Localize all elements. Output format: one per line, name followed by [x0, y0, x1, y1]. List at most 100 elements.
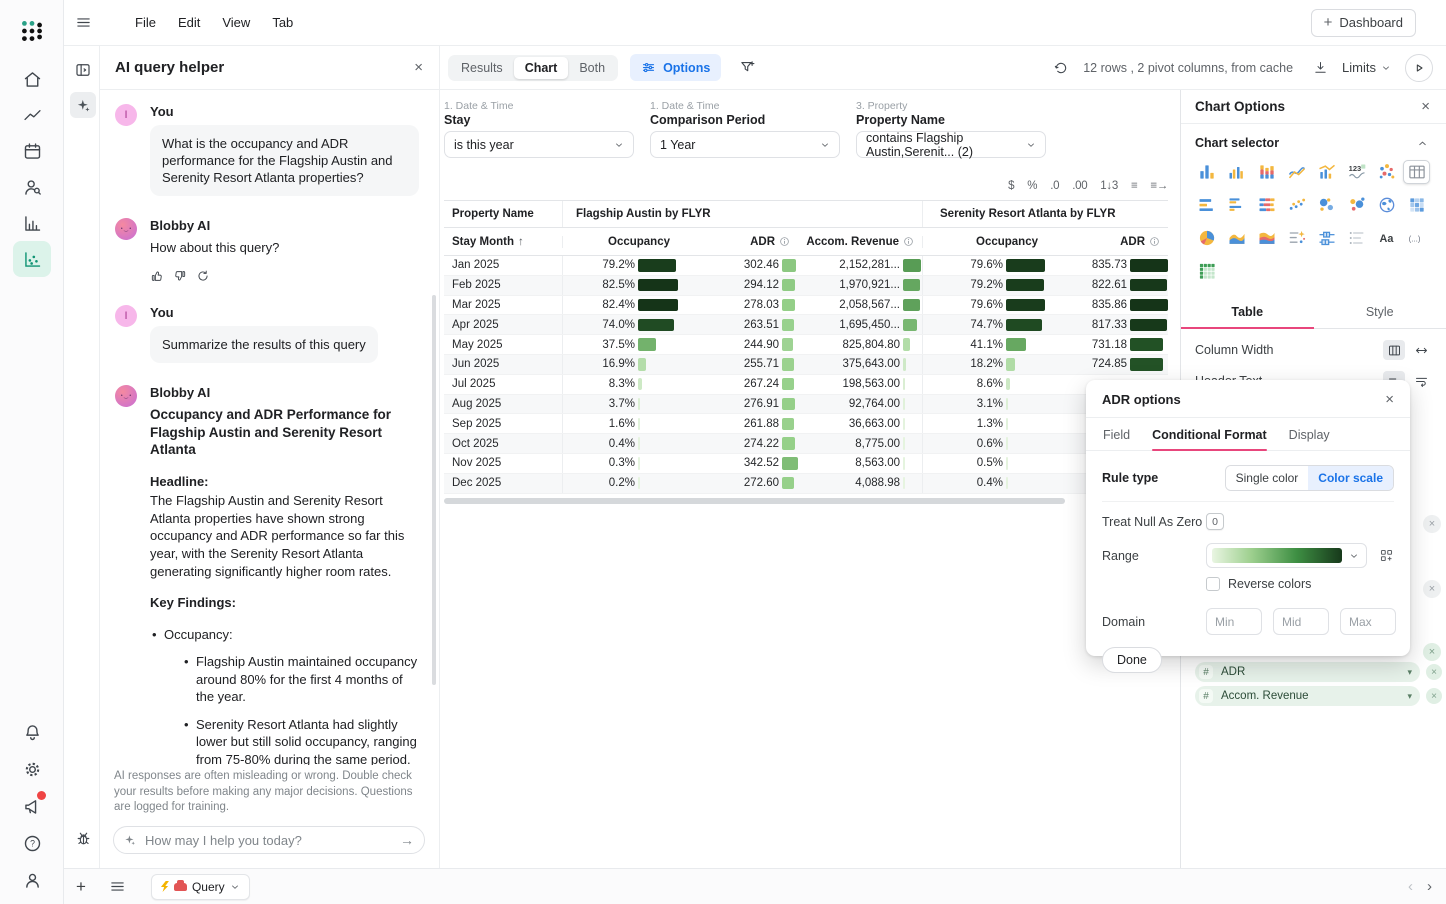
bar-chart-icon[interactable]	[13, 205, 51, 241]
filter-add-icon[interactable]	[739, 59, 756, 76]
wrap-header-icon[interactable]	[1410, 371, 1432, 391]
close-panel-icon[interactable]: ×	[414, 60, 423, 75]
table-row[interactable]: Jun 202516.9%255.71375,643.0018.2%724.85	[444, 355, 1168, 375]
tab-list-icon[interactable]	[109, 878, 126, 895]
stacked-bar-icon[interactable]	[1253, 160, 1280, 184]
remove-field-icon[interactable]: ×	[1423, 515, 1441, 533]
currency-format-icon[interactable]: $	[1008, 180, 1014, 192]
color-scale-option[interactable]: Color scale	[1308, 466, 1393, 490]
tab-style[interactable]: Style	[1314, 297, 1446, 328]
pie-icon[interactable]	[1193, 226, 1220, 250]
bug-icon[interactable]	[70, 825, 96, 851]
chevron-down-icon[interactable]: ▾	[1407, 691, 1412, 702]
table-row[interactable]: May 202537.5%244.90825,804.8041.1%731.18	[444, 335, 1168, 355]
add-tab-icon[interactable]: +	[76, 877, 86, 897]
table-row[interactable]: Nov 20250.3%342.528,563.000.5%	[444, 454, 1168, 474]
query-tab[interactable]: Query	[151, 874, 250, 900]
column-header-occupancy-2[interactable]: Occupancy	[922, 236, 1046, 248]
hgrouped-bar-icon[interactable]	[1223, 193, 1250, 217]
big-number-icon[interactable]: 123	[1343, 160, 1370, 184]
hbar-icon[interactable]	[1193, 193, 1220, 217]
tab-both[interactable]: Both	[568, 57, 616, 79]
limits-dropdown[interactable]: Limits	[1342, 60, 1391, 75]
person-search-icon[interactable]	[13, 169, 51, 205]
tab-results[interactable]: Results	[450, 57, 514, 79]
history-icon[interactable]	[1053, 60, 1069, 76]
download-icon[interactable]	[1313, 60, 1328, 75]
percent-format-icon[interactable]: %	[1027, 180, 1037, 192]
table-row[interactable]: Apr 202574.0%263.511,695,450...74.7%817.…	[444, 315, 1168, 335]
menu-tab[interactable]: Tab	[272, 15, 293, 30]
add-dashboard-button[interactable]: + Dashboard	[1311, 9, 1416, 37]
group-header-flagship[interactable]: Flagship Austin by FLYR	[562, 201, 922, 227]
tab-chart[interactable]: Chart	[514, 57, 569, 79]
corner-header[interactable]: Property Name	[444, 201, 562, 227]
table-row[interactable]: Feb 202582.5%294.121,970,921...79.2%822.…	[444, 276, 1168, 296]
panel-toggle-icon[interactable]	[70, 57, 96, 83]
decrease-decimal-icon[interactable]: .0	[1050, 180, 1059, 192]
tab-display[interactable]: Display	[1289, 428, 1330, 450]
pivot-table-icon[interactable]	[1193, 259, 1220, 283]
map-icon[interactable]	[1373, 193, 1400, 217]
table-row[interactable]: Aug 20253.7%276.9192,764.003.1%	[444, 395, 1168, 415]
field-pill[interactable]: # Accom. Revenue ▾	[1195, 686, 1420, 706]
table-row[interactable]: Dec 20250.2%272.604,088.980.4%	[444, 474, 1168, 494]
horizontal-scrollbar[interactable]	[444, 498, 1065, 504]
scatter-plot-icon[interactable]	[13, 241, 51, 277]
custom-palette-icon[interactable]	[1379, 548, 1394, 563]
profile-icon[interactable]	[13, 862, 51, 898]
hstacked-bar-icon[interactable]	[1253, 193, 1280, 217]
table-row[interactable]: Oct 20250.4%274.228,775.000.6%	[444, 434, 1168, 454]
hamburger-menu-icon[interactable]	[75, 14, 92, 31]
options-button[interactable]: Options	[630, 54, 721, 81]
remove-field-icon[interactable]: ×	[1423, 643, 1441, 661]
remove-field-icon[interactable]: ×	[1426, 664, 1442, 680]
table-row[interactable]: Sep 20251.6%261.8836,663.001.3%	[444, 414, 1168, 434]
scatter-icon[interactable]	[1283, 193, 1310, 217]
menu-edit[interactable]: Edit	[178, 15, 200, 30]
remove-field-icon[interactable]: ×	[1423, 580, 1441, 598]
treat-null-toggle[interactable]: 0	[1206, 513, 1224, 530]
sort-numeric-icon[interactable]: 1↓3	[1100, 180, 1118, 192]
list-sparkle-icon[interactable]	[1283, 226, 1310, 250]
stacked-area-icon[interactable]	[1253, 226, 1280, 250]
bubble-color-icon[interactable]	[1343, 193, 1370, 217]
help-icon[interactable]: ?	[13, 825, 51, 861]
table-row[interactable]: Jul 20258.3%267.24198,563.008.6%	[444, 375, 1168, 395]
gear-icon[interactable]	[13, 751, 51, 787]
close-modal-icon[interactable]: ×	[1385, 392, 1394, 407]
table-icon[interactable]	[1403, 160, 1430, 184]
domain-mid-input[interactable]	[1273, 608, 1329, 635]
send-arrow-icon[interactable]: →	[400, 832, 414, 848]
close-panel-icon[interactable]: ×	[1421, 99, 1430, 114]
chat-input[interactable]	[145, 833, 392, 848]
logo-grid-icon[interactable]	[13, 13, 51, 49]
table-row[interactable]: Mar 202582.4%278.032,058,567...79.6%835.…	[444, 296, 1168, 316]
bell-icon[interactable]	[13, 714, 51, 750]
align-lines-icon[interactable]: ≡	[1131, 180, 1137, 192]
scatter-color-icon[interactable]	[1373, 160, 1400, 184]
fit-width-icon[interactable]	[1410, 340, 1432, 360]
combo-chart-icon[interactable]	[1313, 160, 1340, 184]
area-icon[interactable]	[1223, 226, 1250, 250]
menu-view[interactable]: View	[222, 15, 250, 30]
text-style-icon[interactable]: Aa	[1373, 226, 1400, 250]
filter-value-dropdown[interactable]: is this year	[444, 131, 634, 158]
heatmap-icon[interactable]	[1403, 193, 1430, 217]
wrap-text-icon[interactable]: ≡→	[1150, 180, 1168, 192]
fixed-columns-icon[interactable]	[1383, 340, 1405, 360]
tab-table[interactable]: Table	[1181, 297, 1314, 328]
filter-value-dropdown[interactable]: 1 Year	[650, 131, 840, 158]
prev-tab-icon[interactable]: ‹	[1408, 878, 1413, 895]
table-row[interactable]: Jan 202579.2%302.462,152,281...79.6%835.…	[444, 256, 1168, 276]
regenerate-icon[interactable]	[196, 269, 210, 283]
chat-scroll-area[interactable]: I You What is the occupancy and ADR perf…	[100, 90, 439, 765]
group-header-serenity[interactable]: Serenity Resort Atlanta by FLYR	[922, 201, 1168, 227]
home-icon[interactable]	[13, 61, 51, 97]
column-header-adr[interactable]: ADR	[678, 236, 798, 248]
line-chart-icon[interactable]	[13, 97, 51, 133]
boxplot-icon[interactable]	[1313, 226, 1340, 250]
text-list-icon[interactable]	[1343, 226, 1370, 250]
bar-chart-icon[interactable]	[1193, 160, 1220, 184]
grouped-bar-icon[interactable]	[1223, 160, 1250, 184]
